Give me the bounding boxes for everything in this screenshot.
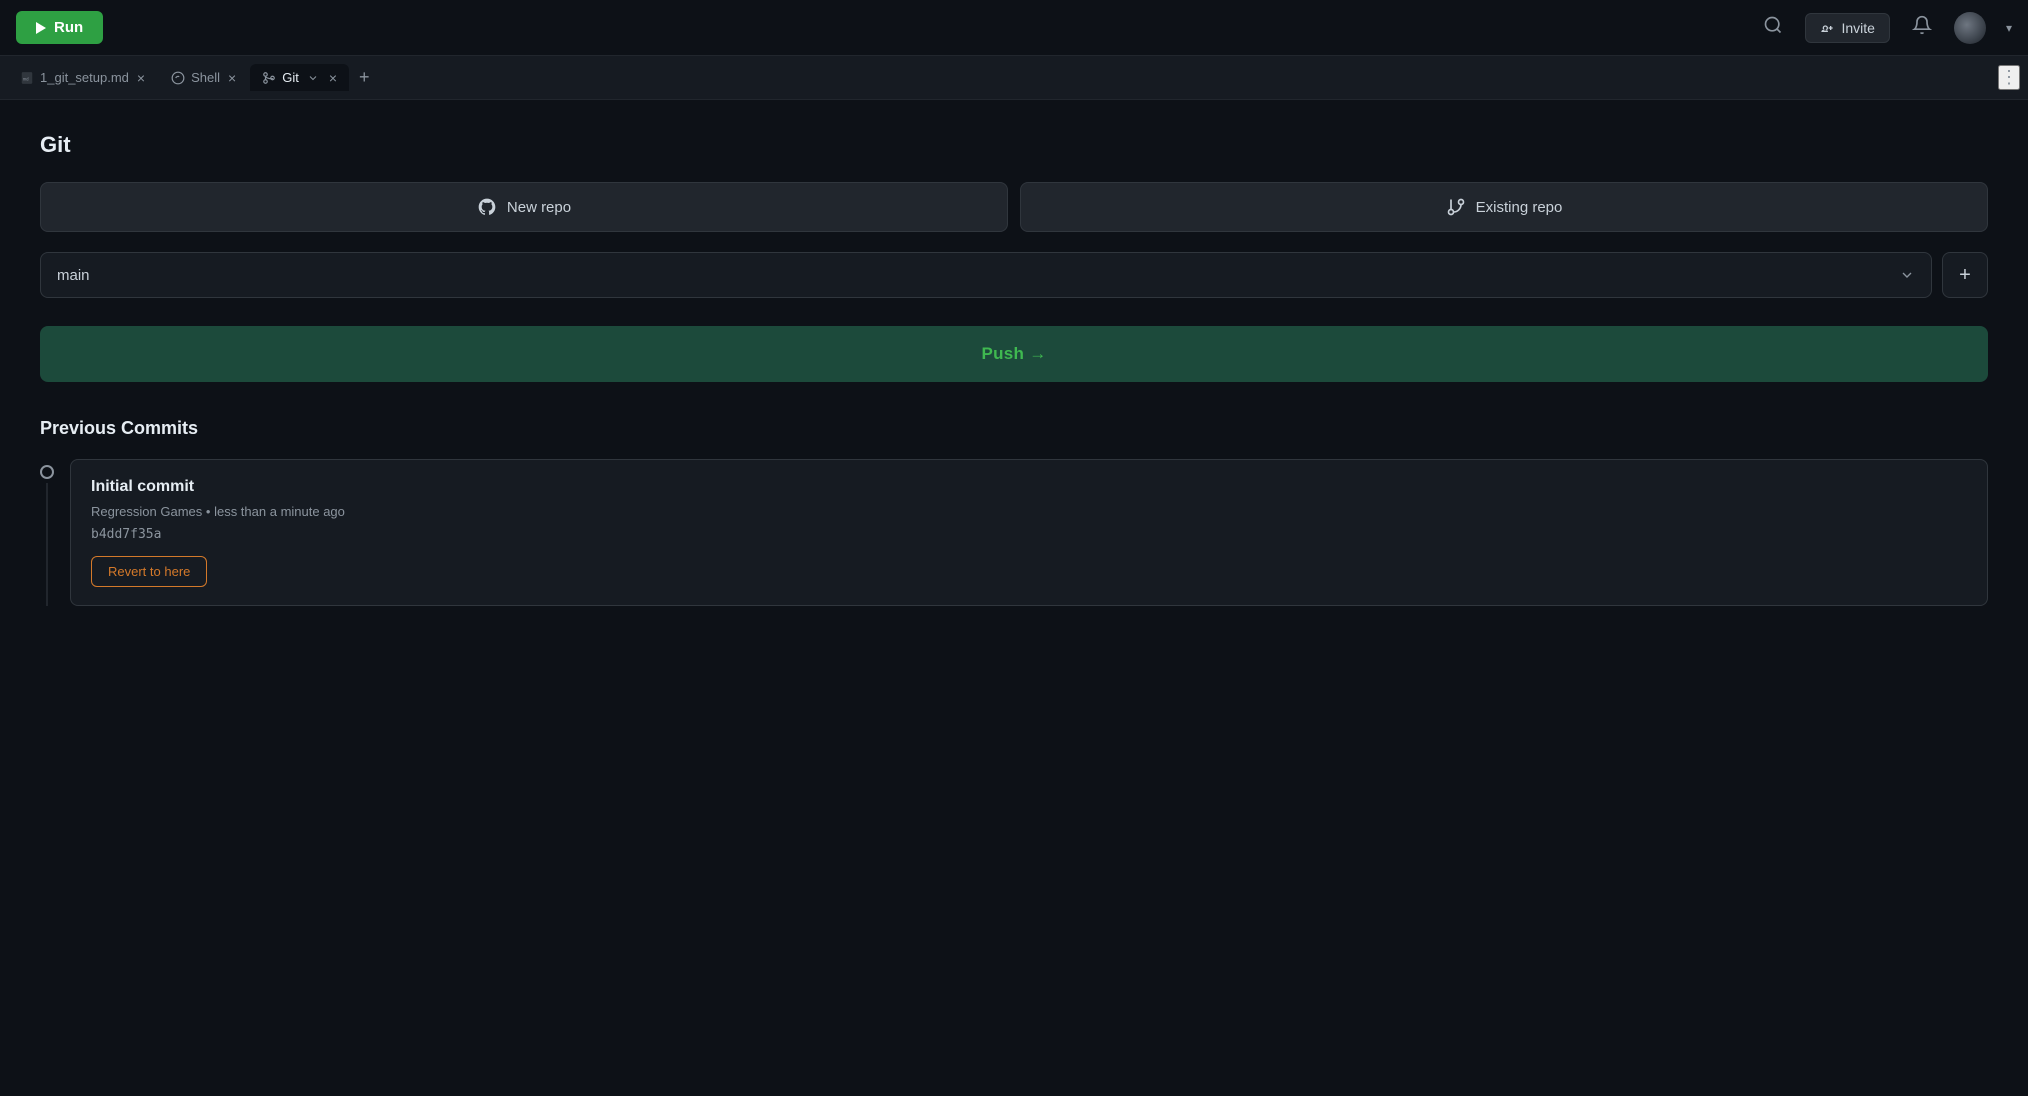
md-file-icon: md bbox=[20, 71, 34, 85]
tab-git[interactable]: Git × bbox=[250, 64, 349, 91]
tab-shell[interactable]: Shell × bbox=[159, 64, 248, 91]
git-icon bbox=[262, 71, 276, 85]
commits-list: Initial commit Regression Games • less t… bbox=[40, 459, 1988, 606]
tab-shell-label: Shell bbox=[191, 70, 220, 85]
tab-shell-close[interactable]: × bbox=[228, 71, 236, 85]
invite-label: Invite bbox=[1842, 20, 1875, 36]
tabbar: md 1_git_setup.md × Shell × Git × + ⋮ bbox=[0, 56, 2028, 100]
topbar: Run Invite ▾ bbox=[0, 0, 2028, 56]
topbar-right: Invite ▾ bbox=[1759, 11, 2013, 45]
existing-repo-button[interactable]: Existing repo bbox=[1020, 182, 1988, 232]
main-content: Git New repo Existing repo main + Push → bbox=[0, 100, 2028, 1096]
bell-icon bbox=[1912, 15, 1932, 35]
person-add-icon bbox=[1820, 20, 1836, 36]
repo-buttons-row: New repo Existing repo bbox=[40, 182, 1988, 232]
avatar[interactable] bbox=[1954, 12, 1986, 44]
branch-row: main + bbox=[40, 252, 1988, 298]
play-icon bbox=[36, 22, 46, 34]
git-branch-icon bbox=[1446, 197, 1466, 217]
new-repo-button[interactable]: New repo bbox=[40, 182, 1008, 232]
push-button[interactable]: Push → bbox=[40, 326, 1988, 382]
new-repo-label: New repo bbox=[507, 199, 571, 216]
tab-git-close[interactable]: × bbox=[329, 71, 337, 85]
branch-add-button[interactable]: + bbox=[1942, 252, 1988, 298]
revert-button[interactable]: Revert to here bbox=[91, 556, 207, 587]
commit-hash: b4dd7f35a bbox=[91, 527, 1967, 542]
git-panel-title: Git bbox=[40, 132, 1988, 158]
tab-md-label: 1_git_setup.md bbox=[40, 70, 129, 85]
branch-select[interactable]: main bbox=[40, 252, 1932, 298]
run-button[interactable]: Run bbox=[16, 11, 103, 44]
chevron-down-branch-icon bbox=[1899, 267, 1915, 283]
more-tabs-button[interactable]: ⋮ bbox=[1998, 65, 2020, 90]
svg-text:md: md bbox=[23, 76, 29, 81]
branch-name: main bbox=[57, 267, 90, 284]
run-label: Run bbox=[54, 19, 83, 36]
new-tab-button[interactable]: + bbox=[351, 63, 378, 92]
search-icon bbox=[1763, 15, 1783, 35]
notifications-button[interactable] bbox=[1908, 11, 1936, 45]
chevron-down-tab-icon bbox=[307, 72, 319, 84]
push-label: Push → bbox=[981, 344, 1046, 363]
invite-button[interactable]: Invite bbox=[1805, 13, 1890, 43]
timeline-dot bbox=[40, 465, 54, 479]
commit-title: Initial commit bbox=[91, 478, 1967, 496]
commit-time: less than a minute ago bbox=[214, 504, 345, 519]
revert-label: Revert to here bbox=[108, 564, 190, 579]
shell-icon bbox=[171, 71, 185, 85]
commit-meta: Regression Games • less than a minute ag… bbox=[91, 504, 1967, 519]
tab-git-label: Git bbox=[282, 70, 299, 85]
timeline-line bbox=[40, 459, 54, 606]
commit-separator: • bbox=[206, 504, 214, 519]
commit-author: Regression Games bbox=[91, 504, 202, 519]
github-icon bbox=[477, 197, 497, 217]
tab-md-close[interactable]: × bbox=[137, 71, 145, 85]
previous-commits-title: Previous Commits bbox=[40, 418, 1988, 439]
existing-repo-label: Existing repo bbox=[1476, 199, 1563, 216]
search-button[interactable] bbox=[1759, 11, 1787, 45]
timeline-vert bbox=[46, 483, 48, 606]
commit-card: Initial commit Regression Games • less t… bbox=[70, 459, 1988, 606]
tab-md[interactable]: md 1_git_setup.md × bbox=[8, 64, 157, 91]
chevron-down-icon: ▾ bbox=[2006, 21, 2012, 35]
